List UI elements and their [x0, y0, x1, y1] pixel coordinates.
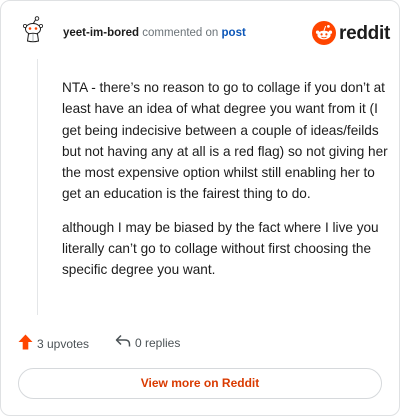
- upvotes-count: 3 upvotes: [37, 336, 90, 351]
- view-more-button[interactable]: View more on Reddit: [18, 368, 382, 399]
- post-link[interactable]: post: [222, 27, 246, 39]
- comment-paragraph: NTA - there’s no reason to go to collage…: [62, 80, 388, 202]
- action-text: commented on: [142, 27, 219, 39]
- thread-line: [37, 59, 38, 315]
- comment-header: yeet-im-bored commented on post reddit: [1, 1, 399, 57]
- upvote-button[interactable]: 3 upvotes: [18, 334, 89, 353]
- replies-count: 0 replies: [135, 335, 181, 350]
- replies-button[interactable]: 0 replies: [115, 334, 180, 351]
- comment-actions: 3 upvotes 0 replies: [1, 331, 399, 357]
- comment-meta: yeet-im-bored commented on post: [63, 27, 246, 39]
- embedded-comment-card: yeet-im-bored commented on post reddit N…: [0, 0, 400, 416]
- comment-body: NTA - there’s no reason to go to collage…: [62, 77, 390, 293]
- reddit-wordmark: reddit: [339, 23, 390, 44]
- upvote-arrow-icon: [18, 334, 33, 353]
- comment-paragraph: although I may be biased by the fact whe…: [62, 219, 379, 278]
- reply-arrow-icon: [115, 334, 131, 351]
- reddit-snoo-avatar-icon[interactable]: [18, 15, 48, 45]
- reddit-logo-icon: [312, 21, 336, 45]
- username-link[interactable]: yeet-im-bored: [63, 27, 139, 39]
